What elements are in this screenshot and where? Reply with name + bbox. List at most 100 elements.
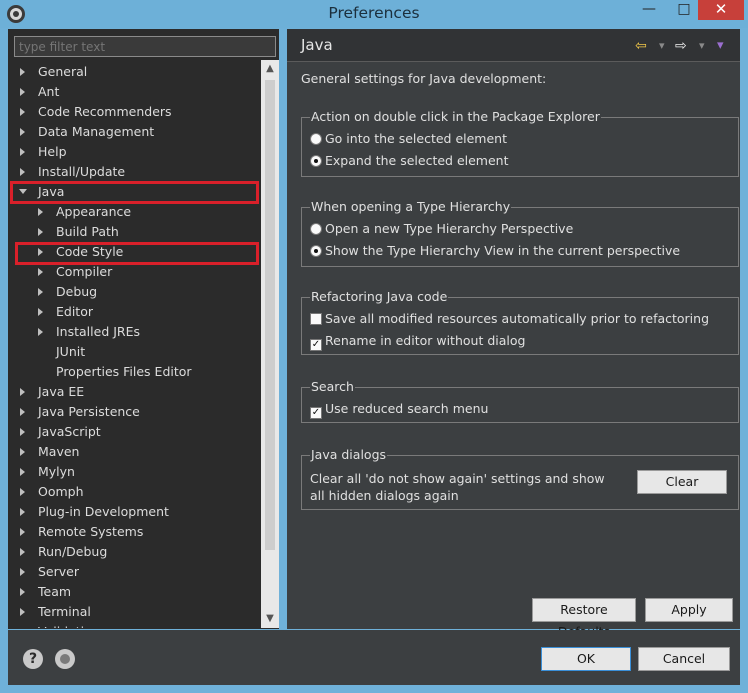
- collapsed-arrow-icon[interactable]: [38, 208, 43, 216]
- tree-item-validation[interactable]: Validation: [8, 622, 260, 628]
- collapsed-arrow-icon[interactable]: [20, 508, 25, 516]
- tree-item-install-update[interactable]: Install/Update: [8, 162, 260, 182]
- collapsed-arrow-icon[interactable]: [20, 568, 25, 576]
- tree-item-compiler[interactable]: Compiler: [8, 262, 260, 282]
- tree-item-general[interactable]: General: [8, 62, 260, 82]
- collapsed-arrow-icon[interactable]: [20, 148, 25, 156]
- tree-scrollbar[interactable]: ▲ ▼: [261, 60, 279, 628]
- tree-item-label: Terminal: [38, 604, 91, 619]
- collapsed-arrow-icon[interactable]: [20, 448, 25, 456]
- tree-item-java-persistence[interactable]: Java Persistence: [8, 402, 260, 422]
- restore-defaults-button[interactable]: Restore Defaults: [532, 598, 636, 639]
- tree-item-properties-files-editor[interactable]: Properties Files Editor: [8, 362, 260, 382]
- checkbox-icon[interactable]: [310, 313, 322, 325]
- tree-item-server[interactable]: Server: [8, 562, 260, 582]
- back-dropdown-icon[interactable]: ▾: [659, 37, 665, 55]
- scrollbar-thumb[interactable]: [265, 80, 275, 550]
- view-menu-icon[interactable]: ▾: [717, 37, 724, 55]
- collapsed-arrow-icon[interactable]: [38, 308, 43, 316]
- new-perspective-radio[interactable]: Open a new Type Hierarchy Perspective: [310, 220, 573, 238]
- collapsed-arrow-icon[interactable]: [20, 528, 25, 536]
- collapsed-arrow-icon[interactable]: [20, 428, 25, 436]
- tree-item-label: Server: [38, 564, 79, 579]
- collapsed-arrow-icon[interactable]: [38, 328, 43, 336]
- scroll-down-arrow-icon[interactable]: ▼: [261, 610, 279, 628]
- code-style-highlight-box: [15, 242, 259, 265]
- apply-button[interactable]: Apply: [645, 598, 733, 622]
- collapsed-arrow-icon[interactable]: [20, 608, 25, 616]
- tree-item-label: Oomph: [38, 484, 84, 499]
- search-group: Search ✓ Use reduced search menu: [301, 379, 739, 423]
- collapsed-arrow-icon[interactable]: [20, 68, 25, 76]
- tree-item-team[interactable]: Team: [8, 582, 260, 602]
- forward-arrow-icon[interactable]: ⇨: [675, 37, 687, 55]
- tree-item-ant[interactable]: Ant: [8, 82, 260, 102]
- collapsed-arrow-icon[interactable]: [20, 388, 25, 396]
- tree-item-label: Ant: [38, 84, 60, 99]
- checkbox-checked-icon[interactable]: ✓: [310, 407, 322, 419]
- tree-item-javascript[interactable]: JavaScript: [8, 422, 260, 442]
- tree-item-junit[interactable]: JUnit: [8, 342, 260, 362]
- tree-item-label: Code Recommenders: [38, 104, 172, 119]
- collapsed-arrow-icon[interactable]: [20, 108, 25, 116]
- filter-input[interactable]: [14, 36, 276, 57]
- show-view-radio[interactable]: Show the Type Hierarchy View in the curr…: [310, 242, 680, 260]
- tree-item-terminal[interactable]: Terminal: [8, 602, 260, 622]
- ok-button[interactable]: OK: [541, 647, 631, 671]
- scroll-up-arrow-icon[interactable]: ▲: [261, 60, 279, 78]
- preference-page: Java ⇦ ▾ ⇨ ▾ ▾ General settings for Java…: [287, 29, 740, 639]
- tree-item-plug-in-development[interactable]: Plug-in Development: [8, 502, 260, 522]
- tree-item-label: Java EE: [38, 384, 85, 399]
- tree-item-mylyn[interactable]: Mylyn: [8, 462, 260, 482]
- tree-item-java-ee[interactable]: Java EE: [8, 382, 260, 402]
- collapsed-arrow-icon[interactable]: [20, 588, 25, 596]
- tree-item-code-recommenders[interactable]: Code Recommenders: [8, 102, 260, 122]
- tree-item-label: Installed JREs: [56, 324, 141, 339]
- clear-button[interactable]: Clear: [637, 470, 727, 494]
- collapsed-arrow-icon[interactable]: [20, 548, 25, 556]
- radio-selected-icon[interactable]: [310, 155, 322, 167]
- tree-item-installed-jres[interactable]: Installed JREs: [8, 322, 260, 342]
- tree-item-label: Debug: [56, 284, 98, 299]
- tree-item-remote-systems[interactable]: Remote Systems: [8, 522, 260, 542]
- tree-item-data-management[interactable]: Data Management: [8, 122, 260, 142]
- save-resources-checkbox[interactable]: Save all modified resources automaticall…: [310, 310, 709, 328]
- reduced-search-menu-checkbox[interactable]: ✓ Use reduced search menu: [310, 400, 488, 419]
- rename-in-editor-checkbox[interactable]: ✓ Rename in editor without dialog: [310, 332, 525, 351]
- tree-item-run-debug[interactable]: Run/Debug: [8, 542, 260, 562]
- radio-icon[interactable]: [310, 223, 322, 235]
- record-macro-icon[interactable]: [55, 649, 75, 669]
- tree-item-label: JavaScript: [38, 424, 101, 439]
- radio-icon[interactable]: [310, 133, 322, 145]
- collapsed-arrow-icon[interactable]: [20, 408, 25, 416]
- checkbox-checked-icon[interactable]: ✓: [310, 339, 322, 351]
- tree-item-label: JUnit: [56, 344, 86, 359]
- minimize-button[interactable]: —: [636, 0, 662, 20]
- collapsed-arrow-icon[interactable]: [38, 268, 43, 276]
- collapsed-arrow-icon[interactable]: [20, 128, 25, 136]
- tree-item-build-path[interactable]: Build Path: [8, 222, 260, 242]
- back-arrow-icon[interactable]: ⇦: [635, 37, 647, 55]
- tree-item-maven[interactable]: Maven: [8, 442, 260, 462]
- radio-selected-icon[interactable]: [310, 245, 322, 257]
- collapsed-arrow-icon[interactable]: [20, 88, 25, 96]
- group-title: Java dialogs: [310, 447, 388, 462]
- tree-item-help[interactable]: Help: [8, 142, 260, 162]
- tree-item-oomph[interactable]: Oomph: [8, 482, 260, 502]
- cancel-button[interactable]: Cancel: [638, 647, 730, 671]
- maximize-button[interactable]: □: [671, 0, 697, 20]
- collapsed-arrow-icon[interactable]: [20, 168, 25, 176]
- close-button[interactable]: ✕: [698, 0, 744, 20]
- expand-radio[interactable]: Expand the selected element: [310, 152, 509, 170]
- java-dialogs-group: Java dialogs Clear all 'do not show agai…: [301, 447, 739, 510]
- tree-item-appearance[interactable]: Appearance: [8, 202, 260, 222]
- forward-dropdown-icon[interactable]: ▾: [699, 37, 705, 55]
- collapsed-arrow-icon[interactable]: [20, 468, 25, 476]
- go-into-radio[interactable]: Go into the selected element: [310, 130, 507, 148]
- tree-item-debug[interactable]: Debug: [8, 282, 260, 302]
- tree-item-editor[interactable]: Editor: [8, 302, 260, 322]
- collapsed-arrow-icon[interactable]: [20, 488, 25, 496]
- help-icon[interactable]: ?: [23, 649, 43, 669]
- collapsed-arrow-icon[interactable]: [38, 228, 43, 236]
- collapsed-arrow-icon[interactable]: [38, 288, 43, 296]
